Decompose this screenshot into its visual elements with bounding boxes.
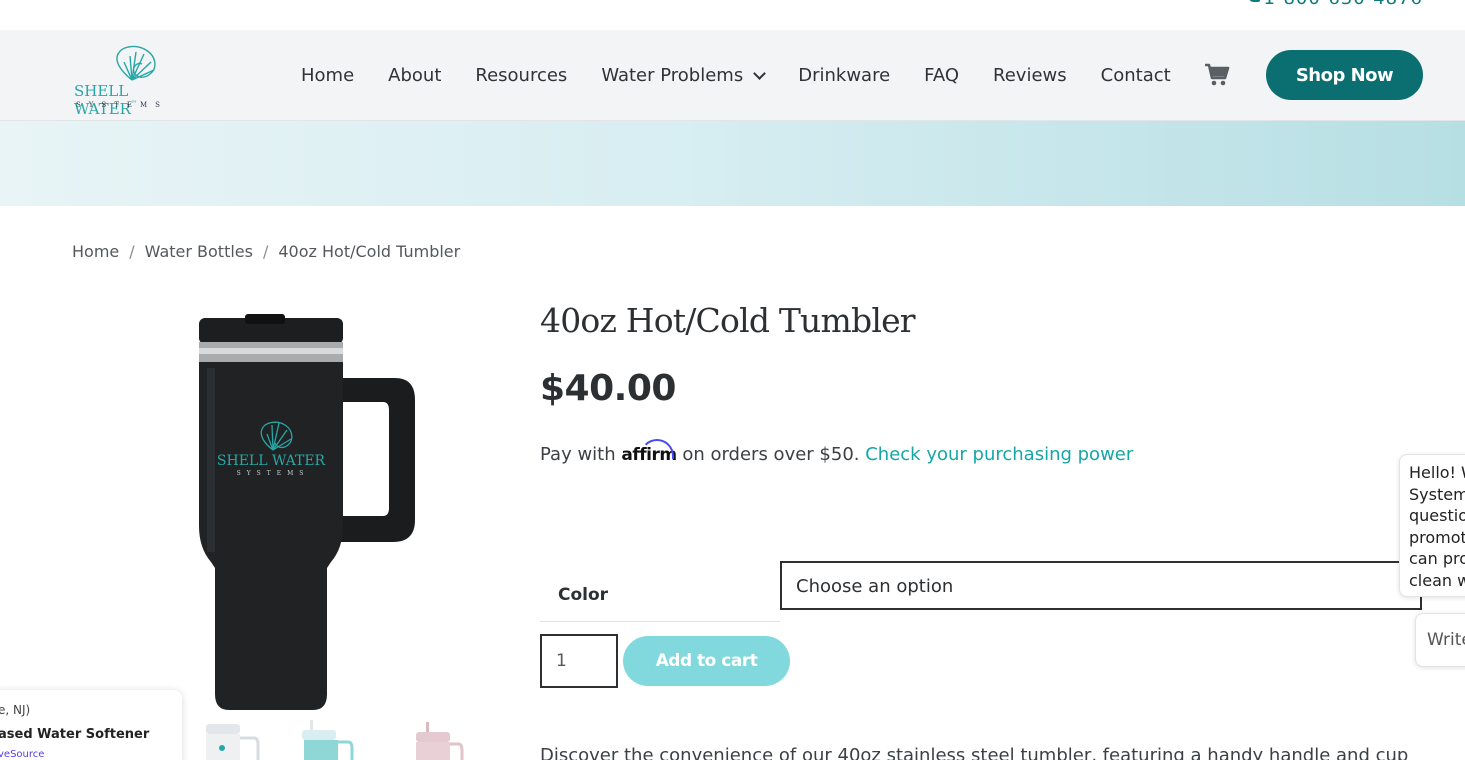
logo-wordmark: SHELL WATER™ <box>74 82 137 118</box>
nav-drinkware[interactable]: Drinkware <box>798 65 890 86</box>
affirm-suffix: on orders over $50. <box>682 444 860 465</box>
breadcrumb: Home / Water Bottles / 40oz Hot/Cold Tumbler <box>72 242 460 261</box>
chat-line: can pro <box>1409 549 1465 568</box>
product-image-logo-sub: SYSTEMS <box>237 470 310 477</box>
logo-subtitle: SYSTEMS <box>76 101 168 109</box>
hero-banner <box>0 121 1465 206</box>
site-header: SHELL WATER™ SYSTEMS Home About Resource… <box>0 30 1465 121</box>
check-purchasing-power-link[interactable]: Check your purchasing power <box>865 444 1133 465</box>
chat-greeting-bubble[interactable]: Hello! W Systems questio promot can pro … <box>1399 454 1465 597</box>
affirm-promo: Pay with affirm on orders over $50. Chec… <box>540 439 1133 465</box>
nav-contact[interactable]: Contact <box>1101 65 1171 86</box>
shop-now-button[interactable]: Shop Now <box>1266 50 1423 100</box>
breadcrumb-separator: / <box>129 242 135 261</box>
nav-resources[interactable]: Resources <box>475 65 567 86</box>
breadcrumb-home[interactable]: Home <box>72 242 119 261</box>
popup-product: ased Water Softener <box>0 727 150 742</box>
breadcrumb-water-bottles[interactable]: Water Bottles <box>145 242 253 261</box>
chat-input[interactable]: Write <box>1415 613 1465 667</box>
shopping-cart-icon[interactable] <box>1204 63 1230 87</box>
product-title: 40oz Hot/Cold Tumbler <box>540 301 916 340</box>
breadcrumb-separator: / <box>262 242 269 261</box>
quantity-input[interactable]: 1 <box>540 634 618 688</box>
popup-location: e, NJ) <box>0 703 31 717</box>
nav-about[interactable]: About <box>388 65 441 86</box>
nav-water-problems[interactable]: Water Problems <box>601 65 767 86</box>
nav-home[interactable]: Home <box>301 65 354 86</box>
breadcrumb-current: 40oz Hot/Cold Tumbler <box>278 242 461 261</box>
product-description: Discover the convenience of our 40oz sta… <box>540 745 1409 760</box>
phone-number: 1-800-630-4876 <box>1264 0 1423 9</box>
nav-reviews[interactable]: Reviews <box>993 65 1067 86</box>
color-select[interactable]: Choose an option <box>780 561 1422 610</box>
product-thumbnails <box>200 718 470 760</box>
main-nav: Home About Resources Water Problems Drin… <box>301 30 1205 121</box>
color-divider <box>540 621 780 622</box>
product-image-logo-text: SHELL WATER <box>217 453 326 469</box>
thumbnail-pink <box>416 722 464 760</box>
thumbnail-strip[interactable] <box>200 718 470 760</box>
thumbnail-white <box>206 724 260 760</box>
chat-line: clean w <box>1409 570 1465 590</box>
phone-icon <box>1247 0 1260 2</box>
affirm-logo: affirm <box>621 439 677 465</box>
nav-faq[interactable]: FAQ <box>924 65 959 86</box>
recent-purchase-popup[interactable]: e, NJ) ased Water Softener veSource <box>0 690 182 760</box>
chat-line: Hello! W <box>1409 463 1465 482</box>
chat-line: promot <box>1409 527 1465 547</box>
add-to-cart-button[interactable]: Add to cart <box>623 636 790 686</box>
top-bar: 1-800-630-4876 <box>0 0 1465 30</box>
color-label: Color <box>558 585 609 605</box>
chevron-down-icon <box>753 66 767 80</box>
popup-source: veSource <box>0 749 45 760</box>
product-price: $40.00 <box>540 368 676 409</box>
affirm-prefix: Pay with <box>540 444 616 465</box>
chat-line: Systems <box>1409 484 1465 504</box>
site-logo[interactable]: SHELL WATER™ SYSTEMS <box>74 42 194 118</box>
phone-link[interactable]: 1-800-630-4876 <box>1247 0 1423 9</box>
affirm-arc-icon <box>640 439 675 459</box>
thumbnail-teal <box>302 720 354 760</box>
color-select-value: Choose an option <box>796 576 954 597</box>
product-main-image[interactable]: SHELL WATER SYSTEMS <box>195 312 420 712</box>
shell-logo-icon <box>116 45 156 81</box>
chat-line: questio <box>1409 506 1465 525</box>
